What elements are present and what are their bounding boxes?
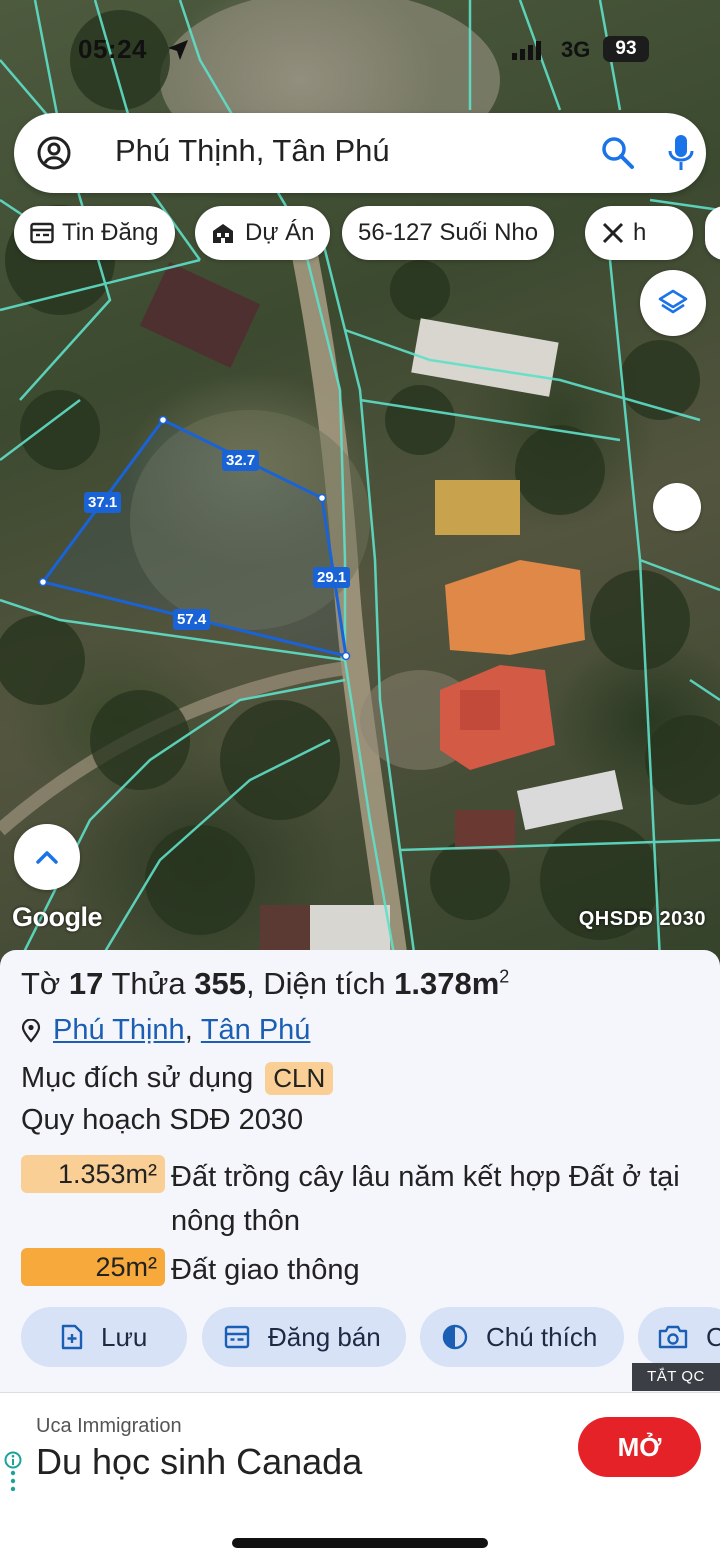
legend-button[interactable]: Chú thích: [420, 1307, 624, 1367]
chip-label: 56-127 Suối Nho: [358, 219, 539, 246]
zone-area-badge: 1.353m²: [21, 1155, 165, 1193]
status-time: 05:24: [78, 34, 147, 64]
ad-open-button[interactable]: MỞ: [578, 1417, 701, 1477]
listing-icon: [224, 1325, 250, 1349]
action-label: Lưu: [101, 1321, 148, 1352]
listing-icon: [30, 222, 54, 244]
area-unit-sup: 2: [499, 966, 510, 987]
network-type: 3G: [561, 37, 591, 62]
ad-headline[interactable]: Du học sinh Canada: [36, 1441, 362, 1483]
compass-button[interactable]: [653, 483, 701, 531]
search-input[interactable]: Phú Thịnh, Tân Phú: [115, 133, 390, 169]
map-layer-label: QHSDĐ 2030: [578, 908, 706, 930]
plot-number: 355: [194, 966, 246, 1001]
action-label: Chú thích: [486, 1321, 598, 1352]
chip-label: Dự Án: [245, 219, 315, 246]
post-listing-button[interactable]: Đăng bán: [202, 1307, 406, 1367]
parcel-location: Phú Thịnh, Tân Phú: [21, 1014, 310, 1047]
chevron-up-icon: [36, 851, 58, 864]
chip-measure[interactable]: h: [585, 206, 693, 260]
google-logo: Google: [12, 902, 103, 932]
save-button[interactable]: Lưu: [21, 1307, 187, 1367]
location-link-district[interactable]: Tân Phú: [201, 1014, 311, 1047]
action-label: Đăng bán: [268, 1321, 381, 1352]
layers-button[interactable]: [640, 270, 706, 336]
account-icon[interactable]: [36, 135, 72, 176]
zone-description: Đất trồng cây lâu năm kết hợp Đất ở tại …: [171, 1161, 680, 1237]
chip-label: Tin Đăng: [62, 219, 159, 246]
location-arrow-icon: [166, 38, 190, 67]
home-indicator[interactable]: [232, 1538, 488, 1548]
camera-button[interactable]: C: [638, 1307, 720, 1367]
contrast-icon: [442, 1324, 468, 1350]
status-bar: 05:24 3G 93: [0, 30, 720, 70]
location-link-commune[interactable]: Phú Thịnh: [53, 1014, 185, 1047]
edge-length-label: 29.1: [313, 567, 351, 588]
expand-panel-button[interactable]: [14, 824, 80, 890]
chip-label: h: [633, 219, 647, 246]
ad-advertiser: Uca Immigration: [36, 1415, 182, 1437]
chip-projects[interactable]: Dự Án: [195, 206, 331, 260]
battery-indicator: 93: [603, 36, 649, 62]
zone-area-badge: 25m²: [21, 1248, 165, 1286]
edge-length-label: 32.7: [222, 450, 260, 471]
chip-listings[interactable]: Tin Đăng: [14, 206, 175, 260]
plot-label: Thửa: [111, 966, 186, 1001]
edge-length-label: 57.4: [173, 609, 211, 630]
purpose-label: Mục đích sử dụng: [21, 1062, 254, 1094]
parcel-title: Tờ 17 Thửa 355, Diện tích 1.378m2: [21, 966, 509, 1002]
area-value: 1.378m: [394, 966, 500, 1001]
ad-info-icon[interactable]: [4, 1451, 22, 1496]
edge-length-label: 37.1: [84, 492, 122, 513]
microphone-icon[interactable]: [666, 133, 696, 178]
location-pin-icon: [21, 1018, 41, 1043]
action-label: C: [706, 1321, 720, 1352]
chip-price-range[interactable]: 56-127 Suối Nho: [342, 206, 555, 260]
area-label: , Diện tích: [245, 966, 386, 1001]
parcel-info-panel: Tờ 17 Thửa 355, Diện tích 1.378m2 Phú Th…: [0, 950, 720, 1392]
cellular-signal-icon: [512, 40, 542, 65]
building-icon: [213, 224, 233, 243]
ad-banner[interactable]: Uca Immigration Du học sinh Canada MỞ: [0, 1392, 720, 1502]
layers-icon: [658, 289, 688, 314]
sheet-number: 17: [68, 966, 104, 1001]
location-separator: ,: [184, 1014, 193, 1046]
map-view[interactable]: 32.7 37.1 29.1 57.4 05:24 3G 93 Phú Thịn…: [0, 0, 720, 960]
zone-description: Đất giao thông: [171, 1254, 360, 1286]
camera-icon: [658, 1325, 688, 1349]
ruler-icon: [602, 222, 624, 244]
purpose-code-badge: CLN: [265, 1062, 334, 1095]
close-ad-button[interactable]: TẮT QC: [632, 1363, 720, 1391]
plan-heading: Quy hoạch SDĐ 2030: [21, 1104, 304, 1136]
title-prefix: Tờ: [21, 966, 61, 1001]
bottom-safe-area: [0, 1502, 720, 1560]
search-icon[interactable]: [600, 135, 636, 176]
land-use-purpose: Mục đích sử dụng CLN: [21, 1062, 334, 1095]
save-plus-icon: [61, 1324, 83, 1350]
search-bar[interactable]: Phú Thịnh, Tân Phú: [14, 113, 706, 193]
